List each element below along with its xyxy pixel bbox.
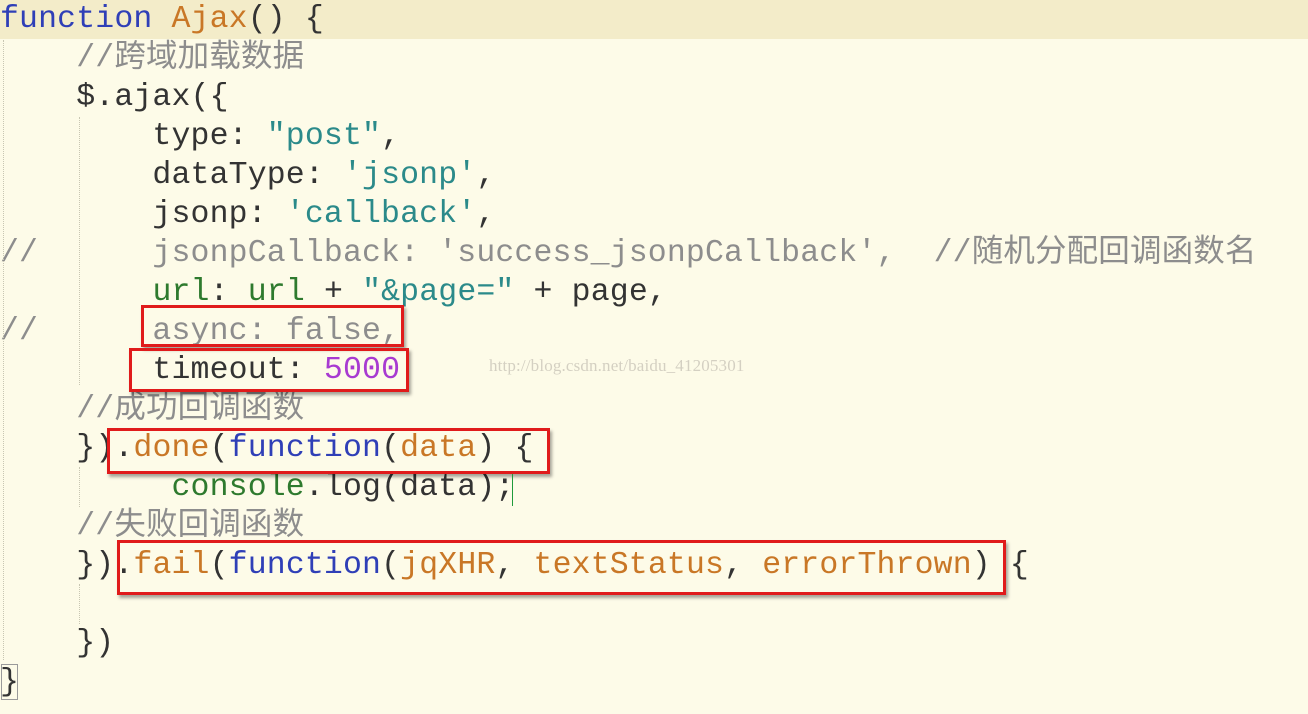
code-token: //成功回调函数 — [0, 392, 305, 427]
watermark: http://blog.csdn.net/baidu_41205301 — [489, 356, 745, 375]
code-token: .log(data); — [304, 470, 515, 505]
code-token: }) — [0, 548, 115, 583]
code-line[interactable]: jsonp: 'callback', — [0, 195, 1308, 234]
highlight-box-done — [107, 428, 550, 474]
code-editor[interactable]: } }) }).fail(function(jqXHR, textStatus,… — [0, 0, 1308, 714]
highlight-box-fail — [117, 540, 1006, 595]
code-line[interactable]: function Ajax() { — [0, 0, 1308, 39]
code-token: //跨域加载数据 — [0, 41, 305, 76]
code-line[interactable]: //成功回调函数 — [0, 390, 1308, 429]
code-token: $.ajax({ — [0, 80, 229, 115]
code-token: // jsonpCallback: 'success_jsonpCallback… — [0, 236, 1257, 271]
code-token: function — [0, 2, 153, 37]
code-token: "post" — [266, 119, 382, 154]
code-line[interactable]: type: "post", — [0, 117, 1308, 156]
highlight-box-async — [141, 305, 404, 347]
code-token: , — [476, 158, 496, 193]
text-cursor — [512, 474, 513, 506]
code-token: type: — [0, 119, 267, 154]
code-line[interactable]: dataType: 'jsonp', — [0, 156, 1308, 195]
code-line[interactable]: $.ajax({ — [0, 78, 1308, 117]
code-token: jsonp: — [0, 197, 286, 232]
code-token: console — [171, 470, 305, 505]
code-token: () { — [247, 2, 324, 37]
code-line[interactable]: // jsonpCallback: 'success_jsonpCallback… — [0, 234, 1308, 273]
code-token: , — [476, 197, 496, 232]
code-line[interactable]: //跨域加载数据 — [0, 39, 1308, 78]
code-token: , — [381, 119, 401, 154]
code-line[interactable]: }) — [0, 624, 1308, 663]
code-token: Ajax — [171, 2, 248, 37]
code-token: }) — [0, 626, 115, 661]
indent-guide — [79, 584, 80, 624]
code-token: dataType: — [0, 158, 343, 193]
indent-guide — [79, 467, 80, 507]
code-token: }) — [0, 431, 115, 466]
indent-guide — [79, 117, 80, 385]
indent-guide — [3, 40, 4, 660]
code-line[interactable]: } — [0, 663, 1308, 702]
code-token: 'callback' — [285, 197, 477, 232]
code-token: + page, — [514, 275, 667, 310]
brace-match-highlight — [1, 664, 18, 700]
code-token: //失败回调函数 — [0, 509, 305, 544]
highlight-box-timeout — [129, 348, 409, 392]
code-token: 'jsonp' — [342, 158, 477, 193]
